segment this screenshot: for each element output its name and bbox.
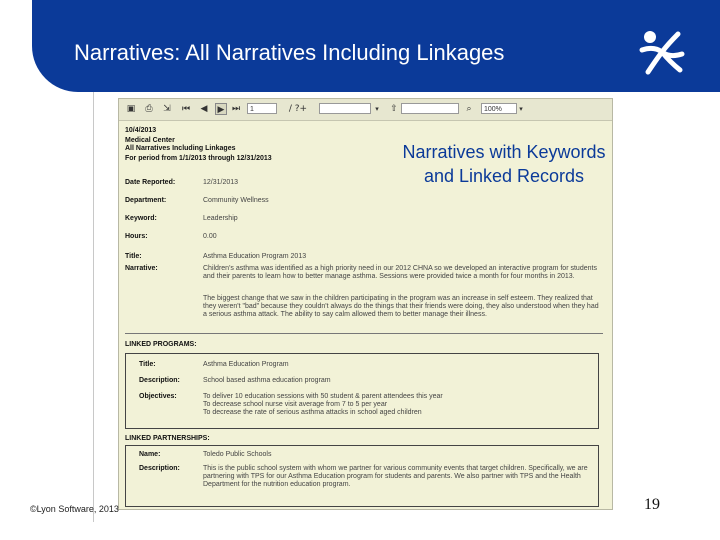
slide-header: Narratives: All Narratives Including Lin… (0, 0, 720, 92)
view-mode-select[interactable] (319, 103, 371, 114)
field-value: 12/31/2013 (203, 179, 239, 186)
program-description-value: School based asthma education program (203, 377, 331, 384)
objective-line: To decrease school nurse visit average f… (203, 401, 388, 408)
field-label: Hours: (125, 233, 148, 240)
report-date: 10/4/2013 (125, 127, 157, 134)
program-title-label: Title: (139, 361, 156, 368)
next-page-icon[interactable]: ▶ (215, 103, 227, 115)
program-objectives-label: Objectives: (139, 393, 177, 400)
section-divider (125, 333, 603, 334)
field-value: Leadership (203, 215, 238, 222)
objective-line: To deliver 10 education sessions with 50… (203, 393, 443, 400)
zoom-chevron-down-icon[interactable]: ▾ (517, 103, 525, 115)
narrative-label: Narrative: (125, 265, 158, 272)
print-icon[interactable]: ⎙ (143, 103, 155, 115)
first-page-icon[interactable]: ⏮ (181, 103, 191, 115)
field-label: Department: (125, 197, 167, 204)
chevron-down-icon[interactable]: ▾ (373, 103, 381, 115)
stick-figure-logo-icon (639, 31, 685, 75)
find-input[interactable] (401, 103, 459, 114)
linked-program-box (125, 353, 599, 429)
narrative-paragraph: The biggest change that we saw in the ch… (203, 295, 599, 318)
field-label: Date Reported: (125, 179, 176, 186)
export-icon[interactable]: ⇲ (161, 103, 173, 115)
page-number-input[interactable]: 1 (247, 103, 277, 114)
program-description-label: Description: (139, 377, 180, 384)
last-page-icon[interactable]: ⏭ (231, 103, 241, 115)
report-heading: All Narratives Including Linkages (125, 145, 236, 152)
page-number: 19 (644, 496, 660, 513)
report-org: Medical Center (125, 137, 175, 144)
objective-line: To decrease the rate of serious asthma a… (203, 409, 422, 416)
partner-description-label: Description: (139, 465, 180, 472)
left-divider (93, 92, 94, 522)
program-title-value: Asthma Education Program (203, 361, 289, 368)
partner-description-value: This is the public school system with wh… (203, 465, 588, 488)
page-nav-separator: / ?+ (288, 104, 308, 114)
slide-title: Narratives: All Narratives Including Lin… (74, 40, 505, 65)
callout-text: Narratives with Keywords and Linked Reco… (402, 140, 606, 188)
field-label: Keyword: (125, 215, 157, 222)
save-icon[interactable]: ▣ (125, 103, 137, 115)
narrative-paragraph: Children's asthma was identified as a hi… (203, 265, 597, 280)
field-value: Community Wellness (203, 197, 269, 204)
report-period: For period from 1/1/2013 through 12/31/2… (125, 155, 272, 162)
field-value: Asthma Education Program 2013 (203, 253, 307, 260)
partner-name-value: Toledo Public Schools (203, 451, 272, 458)
zoom-select[interactable]: 100% (481, 103, 517, 114)
search-icon[interactable]: ⌕ (463, 103, 475, 115)
field-label: Title: (125, 253, 142, 260)
field-value: 0.00 (203, 233, 217, 240)
linked-partnerships-heading: LINKED PARTNERSHIPS: (125, 435, 210, 442)
partner-name-label: Name: (139, 451, 161, 458)
refresh-icon[interactable]: ⇧ (389, 103, 399, 115)
prev-page-icon[interactable]: ◀ (199, 103, 209, 115)
report-toolbar: ▣ ⎙ ⇲ ⏮ ◀ ▶ ⏭ 1 / ?+ ▾ ⇧ ⌕ 100% ▾ (119, 99, 612, 121)
copyright-footer: ©Lyon Software, 2013 (30, 504, 119, 514)
linked-programs-heading: LINKED PROGRAMS: (125, 341, 197, 348)
